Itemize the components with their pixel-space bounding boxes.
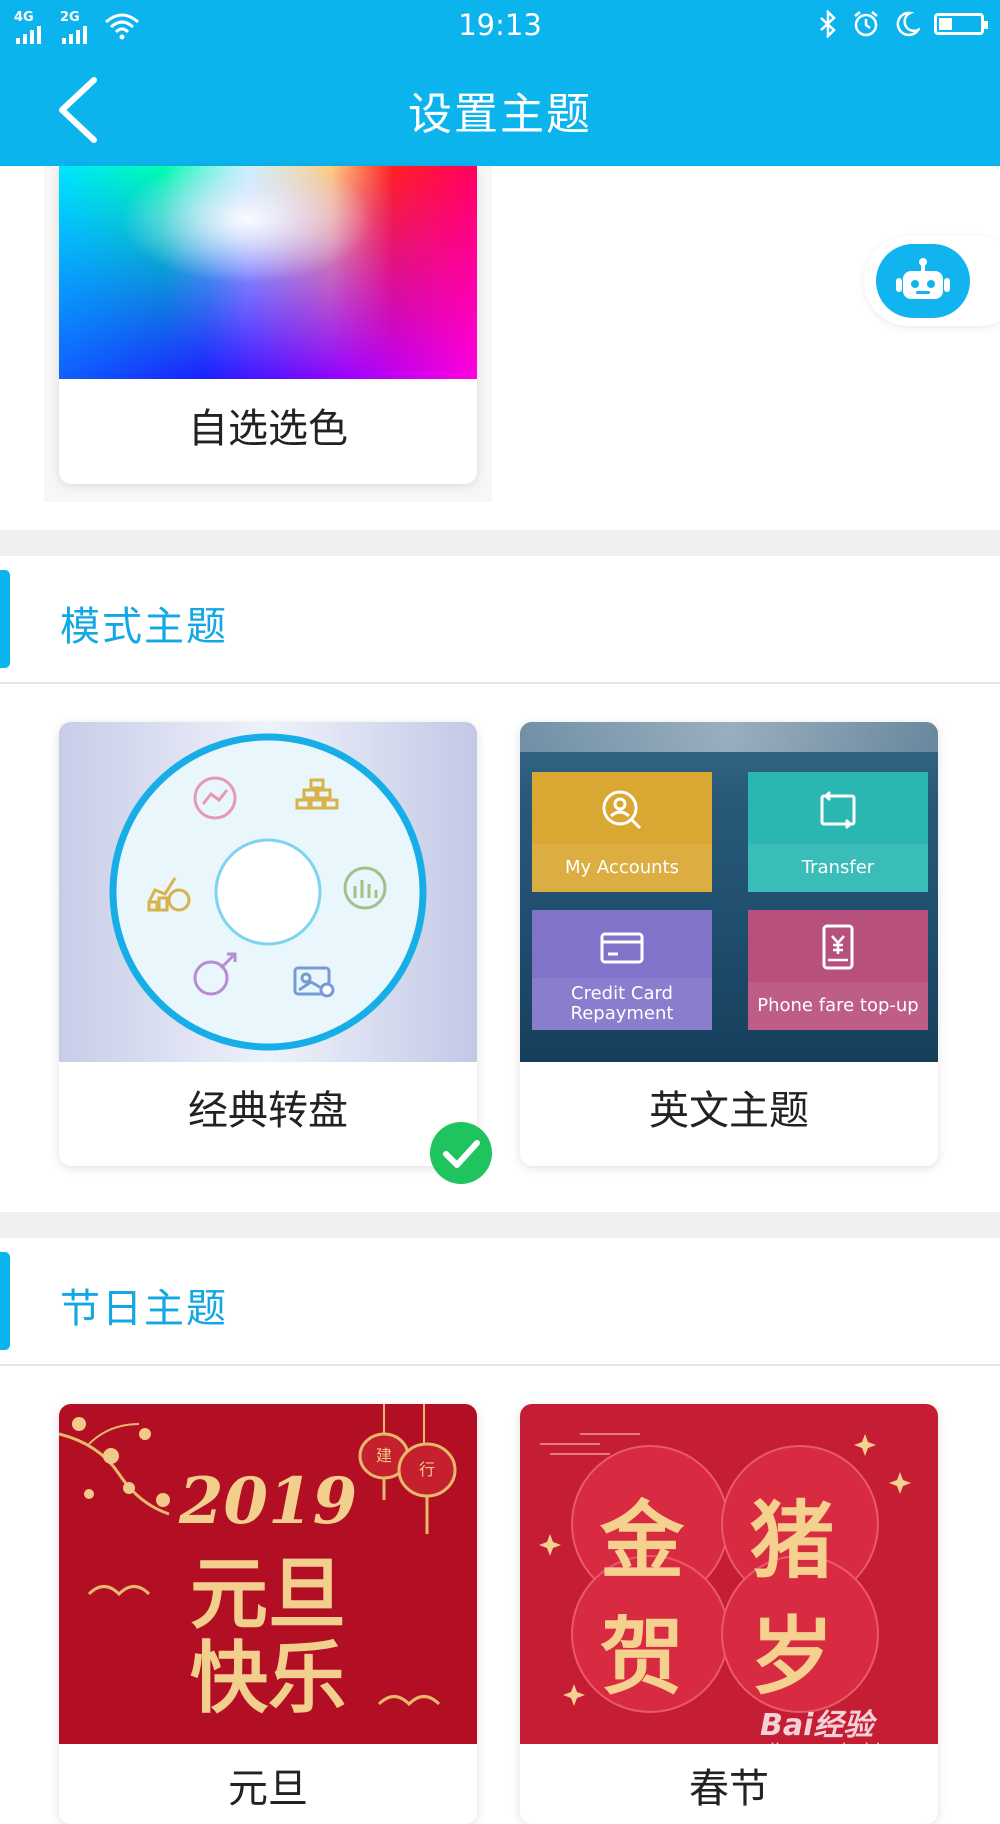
section-accent-bar [0,1252,10,1350]
new-year-preview: 建 行 2019 元旦 快乐 [59,1404,477,1744]
art-text-line-2: 快乐 [189,1634,346,1724]
selected-check-icon [430,1122,492,1184]
art-char: 猪 [750,1492,835,1590]
theme-card-spring-festival[interactable]: 金 猪 贺 岁 春节 [520,1404,938,1824]
color-spectrum[interactable] [59,166,477,379]
tile-credit-card: Credit Card Repayment [532,910,712,1030]
status-bar: 4G 2G 19:13 [0,0,1000,52]
theme-label-new-year: 元旦 [228,1766,308,1812]
bluetooth-icon [820,10,836,38]
spring-festival-preview: 金 猪 贺 岁 [520,1404,938,1744]
art-char: 金 [600,1492,685,1590]
lantern-char: 建 [375,1446,392,1465]
year-art-text: 2019 [179,1464,358,1539]
tile-label: Phone fare top-up [748,982,928,1030]
art-text-line-1: 元旦 [189,1550,346,1640]
phone-yuan-icon [822,924,854,970]
art-char: 岁 [750,1608,835,1706]
credit-card-icon [600,932,644,964]
alarm-icon [854,11,878,37]
tile-my-accounts: My Accounts [532,772,712,892]
tile-transfer: Transfer [748,772,928,892]
section-header-holiday: 节日主题 [0,1238,1000,1366]
assistant-float[interactable] [864,236,1000,326]
tile-label: Transfer [748,844,928,892]
robot-icon [896,258,950,299]
lantern-char: 行 [418,1460,435,1479]
battery-icon [934,13,988,35]
english-theme-preview: My Accounts Transfer Credit Card Repayme… [520,722,938,1062]
theme-label-classic-dial: 经典转盘 [188,1088,348,1134]
moon-icon [896,11,920,37]
theme-label-spring-festival: 春节 [689,1766,769,1812]
section-header-mode: 模式主题 [0,556,1000,684]
theme-card-classic-dial[interactable]: 经典转盘 [59,722,477,1166]
section-accent-bar [0,570,10,668]
robot-assistant-button[interactable] [876,244,970,318]
tile-phone-topup: Phone fare top-up [748,910,928,1030]
custom-color-card[interactable]: 自选选色 [59,166,477,484]
battery-level [939,18,953,30]
section-title-holiday: 节日主题 [60,1286,228,1332]
app-header: 4G 2G 19:13 设置主题 [0,0,1000,166]
tile-label: My Accounts [532,844,712,892]
tile-label: Credit Card Repayment [532,978,712,1030]
watermark-logo: Bai经验 [760,1708,874,1743]
section-title-mode: 模式主题 [60,604,228,650]
paper-cut-decoration [539,1433,911,1713]
watermark-url: jingyan.baidu.com [770,1740,937,1761]
transfer-icon [820,790,856,830]
section-divider [0,1212,1000,1238]
theme-card-new-year[interactable]: 建 行 2019 元旦 快乐 元旦 [59,1404,477,1824]
status-icons [818,10,988,38]
harbor-skyline [520,722,938,752]
classic-dial-preview [59,722,477,1062]
page-title: 设置主题 [408,89,592,140]
custom-color-label: 自选选色 [188,406,348,452]
theme-card-english[interactable]: My Accounts Transfer Credit Card Repayme… [520,722,938,1166]
section-divider [0,530,1000,556]
theme-label-english: 英文主题 [649,1088,809,1134]
art-char: 贺 [600,1608,685,1706]
search-user-icon [602,790,642,830]
